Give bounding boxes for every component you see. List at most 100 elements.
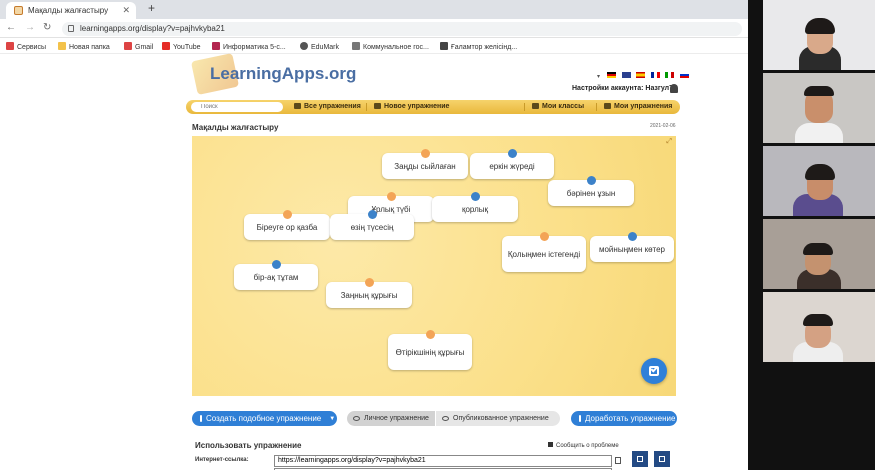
new-tab-button[interactable]: + bbox=[148, 1, 155, 15]
flag-ru-icon[interactable] bbox=[679, 72, 689, 78]
search-input[interactable] bbox=[191, 102, 283, 112]
flag-it-icon[interactable] bbox=[665, 72, 675, 78]
dropdown-caret-icon[interactable]: ▾ bbox=[597, 74, 600, 80]
bookmark-item[interactable]: Коммунальное гос... bbox=[352, 42, 429, 51]
tab-bar: Мақалды жалғастыру ✕ + bbox=[0, 0, 748, 19]
connector-dot[interactable] bbox=[426, 330, 435, 339]
share-button[interactable] bbox=[654, 451, 670, 467]
web-link-label: Интернет-ссылка: bbox=[195, 457, 249, 463]
learningapps-favicon-icon bbox=[14, 6, 23, 15]
proverb-card[interactable]: бәрінен ұзын bbox=[548, 176, 634, 206]
classes-icon bbox=[532, 103, 539, 109]
participant-hair bbox=[805, 164, 835, 180]
bookmark-item[interactable]: YouTube bbox=[162, 42, 201, 51]
participant-video[interactable] bbox=[763, 219, 875, 289]
url-field[interactable]: learningapps.org/display?v=pajhvkyba21 bbox=[62, 22, 742, 36]
exercise-board: ⤢ Заңды сыйлаған еркін жүреді бәрінен ұз… bbox=[192, 136, 676, 396]
connector-dot[interactable] bbox=[508, 149, 517, 158]
menu-new-exercise[interactable]: Новое упражнение bbox=[374, 103, 449, 110]
close-tab-icon[interactable]: ✕ bbox=[122, 5, 130, 16]
connector-dot[interactable] bbox=[387, 192, 396, 201]
video-call-panel bbox=[748, 0, 875, 470]
proverb-card[interactable]: Өтірікшінің құрығы bbox=[388, 330, 472, 370]
menu-separator bbox=[524, 103, 525, 111]
qr-icon bbox=[637, 456, 643, 462]
embed-icon bbox=[659, 456, 665, 462]
check-answer-button[interactable] bbox=[641, 358, 667, 384]
web-link-field[interactable]: https://learningapps.org/display?v=pajhv… bbox=[274, 455, 612, 467]
proverb-card[interactable]: бір-ақ тұтам bbox=[234, 260, 318, 290]
participant-video[interactable] bbox=[763, 0, 875, 70]
tab-title: Мақалды жалғастыру bbox=[28, 6, 109, 15]
bookmark-item[interactable]: Информатика 5-с... bbox=[212, 42, 286, 51]
browser-tab[interactable]: Мақалды жалғастыру ✕ bbox=[6, 2, 136, 19]
proverb-card[interactable]: Заңның құрығы bbox=[326, 278, 412, 308]
bookmark-item[interactable]: EduMark bbox=[300, 42, 339, 51]
reload-icon[interactable]: ↻ bbox=[43, 22, 51, 33]
participant-video[interactable] bbox=[763, 73, 875, 143]
site-icon bbox=[212, 42, 220, 50]
participant-hair bbox=[803, 243, 833, 255]
share-button[interactable] bbox=[632, 451, 648, 467]
menu-my-exercises[interactable]: Мои упражнения bbox=[604, 103, 672, 110]
flag-es-icon[interactable] bbox=[636, 72, 646, 78]
report-problem-link[interactable]: Сообщить о проблеме bbox=[548, 442, 619, 449]
bookmark-item[interactable]: Сервисы bbox=[6, 42, 46, 51]
eye-icon bbox=[442, 416, 449, 421]
proverb-card[interactable]: өзің түсесің bbox=[330, 210, 414, 240]
browser-window: Мақалды жалғастыру ✕ + ← → ↻ learningapp… bbox=[0, 0, 748, 470]
bookmark-item[interactable]: Gmail bbox=[124, 42, 153, 51]
connector-dot[interactable] bbox=[365, 278, 374, 287]
fullscreen-icon[interactable]: ⤢ bbox=[666, 138, 672, 146]
lock-icon bbox=[68, 25, 74, 32]
bookmark-item[interactable]: Ғаламтор желісінд... bbox=[440, 42, 517, 51]
connector-dot[interactable] bbox=[540, 232, 549, 241]
private-exercise-toggle[interactable]: Личное упражнение bbox=[347, 411, 435, 426]
participant-video[interactable] bbox=[763, 292, 875, 362]
site-logo[interactable]: LearningApps.org bbox=[210, 64, 356, 84]
account-settings-link[interactable]: Настройки аккаунта: Назгул77 bbox=[572, 85, 677, 92]
apps-grid-icon bbox=[6, 42, 14, 50]
participant-hair bbox=[803, 314, 833, 326]
connector-dot[interactable] bbox=[272, 260, 281, 269]
connector-dot[interactable] bbox=[471, 192, 480, 201]
menu-all-exercises[interactable]: Все упражнения bbox=[294, 103, 361, 110]
proverb-card[interactable]: еркін жүреді bbox=[470, 149, 554, 179]
page-icon bbox=[352, 42, 360, 50]
connector-dot[interactable] bbox=[628, 232, 637, 241]
connector-dot[interactable] bbox=[587, 176, 596, 185]
participant-hair bbox=[804, 86, 834, 96]
folder-icon bbox=[58, 42, 66, 50]
flag-de-icon[interactable] bbox=[607, 72, 617, 78]
connector-dot[interactable] bbox=[421, 149, 430, 158]
participant-video[interactable] bbox=[763, 146, 875, 216]
connector-dot[interactable] bbox=[283, 210, 292, 219]
use-exercise-heading: Использовать упражнение bbox=[195, 441, 302, 450]
dropdown-caret-icon[interactable]: ▼ bbox=[329, 416, 335, 422]
bookmarks-bar: Сервисы Новая папка Gmail YouTube Информ… bbox=[0, 38, 748, 54]
published-exercise-toggle[interactable]: Опубликованное упражнение bbox=[436, 411, 560, 426]
address-bar-row: ← → ↻ learningapps.org/display?v=pajhvky… bbox=[0, 19, 748, 38]
globe-icon bbox=[300, 42, 308, 50]
grid-icon bbox=[294, 103, 301, 109]
proverb-card[interactable]: Біреуге ор қазба bbox=[244, 210, 330, 240]
bookmark-item[interactable]: Новая папка bbox=[58, 42, 110, 51]
create-similar-button[interactable]: Создать подобное упражнение ▼ bbox=[192, 411, 337, 426]
menu-my-classes[interactable]: Мои классы bbox=[532, 103, 584, 110]
flag-uk-icon[interactable] bbox=[621, 72, 631, 78]
proverb-card[interactable]: Қолыңмен істегенді bbox=[502, 232, 586, 272]
user-icon[interactable] bbox=[670, 84, 678, 93]
improve-exercise-button[interactable]: Доработать упражнение bbox=[571, 411, 677, 426]
proverb-card[interactable]: мойныңмен көтер bbox=[590, 232, 674, 262]
connector-dot[interactable] bbox=[368, 210, 377, 219]
forward-icon[interactable]: → bbox=[25, 22, 35, 33]
eye-icon bbox=[353, 416, 360, 421]
menu-separator bbox=[596, 103, 597, 111]
flag-fr-icon[interactable] bbox=[650, 72, 660, 78]
copy-icon[interactable] bbox=[615, 457, 621, 464]
proverb-card[interactable]: қорлық bbox=[432, 192, 518, 222]
proverb-card[interactable]: Заңды сыйлаған bbox=[382, 149, 468, 179]
exercise-title: Мақалды жалғастыру bbox=[192, 123, 279, 132]
back-icon[interactable]: ← bbox=[6, 22, 16, 33]
url-text: learningapps.org/display?v=pajhvkyba21 bbox=[80, 24, 225, 33]
